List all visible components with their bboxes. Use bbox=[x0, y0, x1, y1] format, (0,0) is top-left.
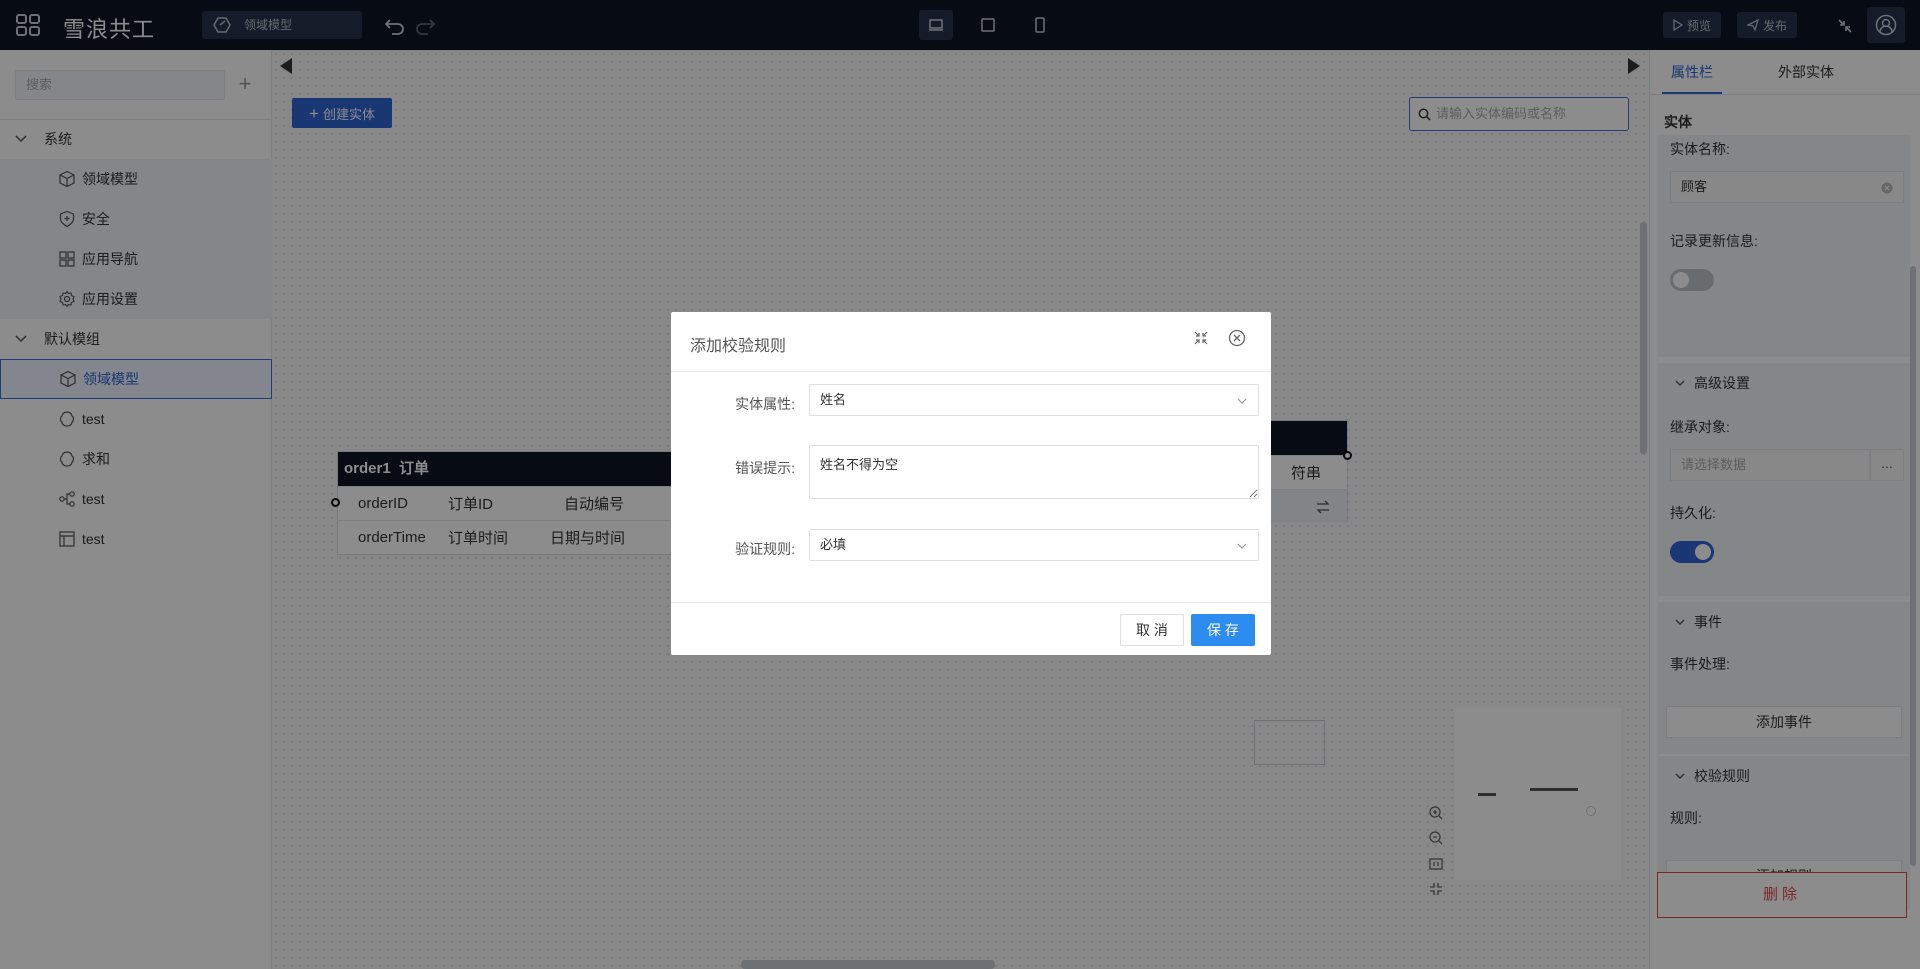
save-button[interactable]: 保 存 bbox=[1191, 614, 1255, 646]
validation-rule-select[interactable]: 必填 bbox=[809, 529, 1259, 561]
validation-rule-value: 必填 bbox=[820, 537, 847, 552]
entity-attribute-label: 实体属性: bbox=[735, 396, 795, 412]
cancel-button[interactable]: 取 消 bbox=[1120, 614, 1184, 646]
entity-attribute-value: 姓名 bbox=[820, 392, 847, 407]
dialog-title: 添加校验规则 bbox=[690, 338, 787, 355]
add-validation-rule-dialog: 添加校验规则 实体属性: 姓名 错误提示: 姓名不得为空 验证规则: 必填 取 … bbox=[671, 312, 1271, 655]
validation-rule-label: 验证规则: bbox=[735, 541, 795, 557]
error-message-textarea[interactable]: 姓名不得为空 bbox=[809, 445, 1259, 499]
error-message-label: 错误提示: bbox=[735, 460, 795, 476]
chevron-down-icon bbox=[1237, 398, 1247, 404]
close-icon[interactable] bbox=[1228, 329, 1246, 347]
shrink-icon[interactable] bbox=[1193, 330, 1209, 346]
chevron-down-icon bbox=[1237, 543, 1247, 549]
dialog-header: 添加校验规则 bbox=[671, 312, 1271, 372]
entity-attribute-select[interactable]: 姓名 bbox=[809, 384, 1259, 416]
